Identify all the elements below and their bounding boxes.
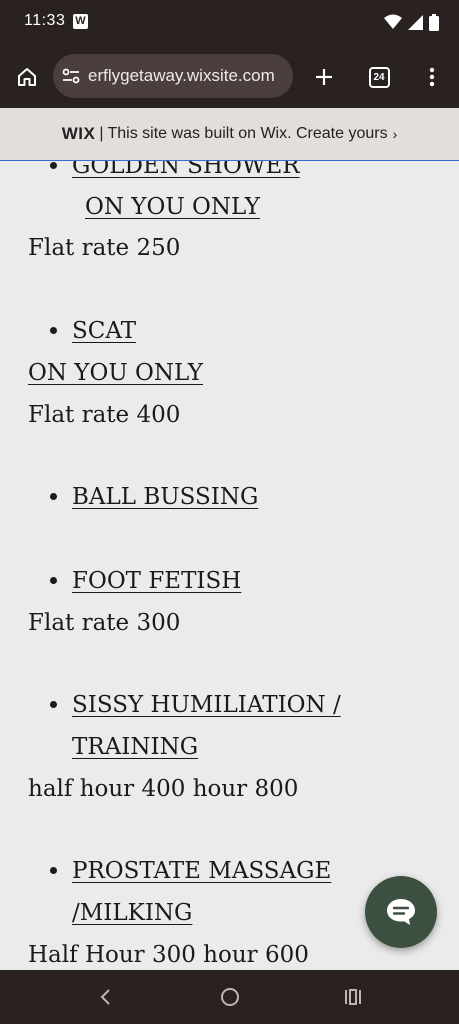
wix-logo: WIX — [61, 124, 96, 143]
more-menu-icon[interactable] — [418, 62, 446, 92]
price-prostate: Half Hour 300 hour 600 — [28, 942, 309, 968]
service-ball-bussing: BALL BUSSING — [72, 484, 259, 510]
browser-toolbar: erflygetaway.wixsite.com 24 — [0, 46, 459, 108]
bullet-icon — [50, 867, 57, 874]
bullet-icon — [50, 701, 57, 708]
service-foot-fetish: FOOT FETISH — [72, 568, 242, 594]
service-golden-shower: GOLDEN SHOWER — [72, 161, 300, 179]
new-tab-icon[interactable] — [309, 62, 339, 92]
home-icon[interactable] — [12, 62, 42, 92]
price-scat: Flat rate 400 — [28, 402, 181, 428]
bullet-icon — [50, 327, 57, 334]
bullet-icon — [50, 162, 57, 169]
navigation-bar — [0, 970, 459, 1024]
service-scat-subtitle: ON YOU ONLY — [28, 360, 203, 386]
service-sissy-line1: SISSY HUMILIATION / — [72, 692, 341, 718]
service-prostate-line2: /MILKING — [72, 900, 193, 926]
chevron-right-icon: › — [392, 126, 398, 142]
wifi-icon — [384, 14, 402, 29]
wix-banner[interactable]: WIX | This site was built on Wix. Create… — [0, 108, 459, 161]
status-icons — [384, 13, 439, 31]
tab-count: 24 — [368, 66, 390, 88]
tab-switcher-button[interactable]: 24 — [364, 62, 394, 92]
bullet-icon — [50, 493, 57, 500]
bullet-icon — [50, 577, 57, 584]
service-prostate-line1: PROSTATE MASSAGE — [72, 858, 332, 884]
banner-text: This site was built on Wix. Create yours — [107, 125, 388, 142]
price-golden-shower: Flat rate 250 — [28, 235, 181, 261]
service-golden-subtitle: ON YOU ONLY — [85, 194, 260, 220]
service-scat: SCAT — [72, 318, 137, 344]
price-sissy: half hour 400 hour 800 — [28, 776, 299, 802]
address-bar[interactable]: erflygetaway.wixsite.com — [53, 54, 293, 98]
battery-icon — [429, 13, 439, 31]
recents-icon[interactable] — [340, 984, 366, 1010]
price-foot-fetish: Flat rate 300 — [28, 610, 181, 636]
home-nav-icon[interactable] — [217, 984, 243, 1010]
notification-badge: W — [73, 14, 88, 29]
service-sissy-line2: TRAINING — [72, 734, 199, 760]
url-text: erflygetaway.wixsite.com — [88, 66, 275, 85]
page-content: GOLDEN SHOWER ON YOU ONLY Flat rate 250 … — [0, 161, 459, 970]
chat-button[interactable] — [365, 876, 437, 948]
site-settings-icon[interactable] — [61, 66, 81, 86]
banner-separator: | — [99, 125, 104, 142]
status-bar: 11:33 W — [0, 0, 459, 46]
chat-bubble-icon — [387, 899, 415, 925]
status-time: 11:33 — [24, 12, 66, 29]
back-icon[interactable] — [92, 984, 118, 1010]
signal-icon — [408, 15, 423, 30]
